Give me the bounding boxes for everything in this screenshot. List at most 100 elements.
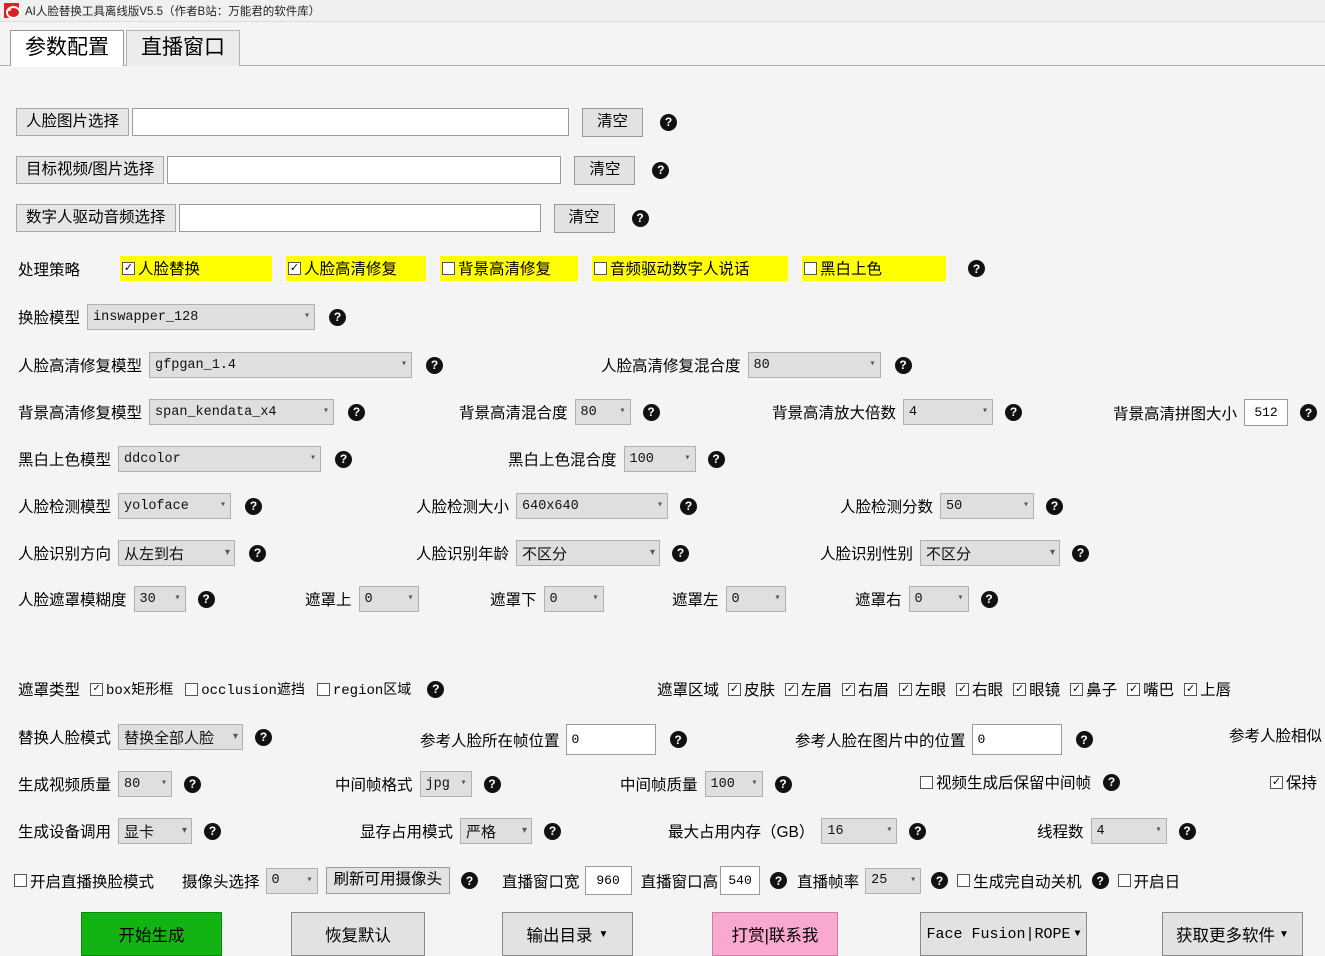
mask-type-checkbox-region[interactable]: region区域 xyxy=(316,679,411,699)
swap-model-select[interactable]: inswapper_128 ▾ xyxy=(87,304,316,330)
face-fusion-rope-button[interactable]: Face Fusion|ROPE ▼ xyxy=(920,912,1087,956)
help-icon-color-blend[interactable]: ? xyxy=(707,450,725,468)
enable-partial-checkbox[interactable]: 开启日 xyxy=(1117,870,1180,892)
live-fps-select[interactable]: 25 ▾ xyxy=(865,867,922,894)
live-mode-checkbox[interactable]: 开启直播换脸模式 xyxy=(14,870,154,892)
target-media-clear-button[interactable]: 清空 xyxy=(574,156,636,185)
help-icon-strategy[interactable]: ? xyxy=(968,260,986,277)
strategy-checkbox-face-swap[interactable]: ✓ 人脸替换 xyxy=(120,256,273,281)
help-icon-live-fps[interactable]: ? xyxy=(931,872,949,889)
help-icon-mask-blur[interactable]: ? xyxy=(197,590,215,608)
mask-region-checkbox-right-brow[interactable]: ✓ 右眉 xyxy=(842,678,889,700)
mask-region-checkbox-nose[interactable]: ✓ 鼻子 xyxy=(1070,678,1117,700)
restore-defaults-button[interactable]: 恢复默认 xyxy=(291,912,425,956)
bg-blend-select[interactable]: 80 ▾ xyxy=(574,399,631,425)
help-icon-camera[interactable]: ? xyxy=(461,872,479,889)
help-icon-recog-age[interactable]: ? xyxy=(672,544,690,562)
help-icon-bg-enhance-model[interactable]: ? xyxy=(348,403,366,421)
face-image-path-input[interactable] xyxy=(132,108,570,137)
ref-frame-pos-input[interactable]: 0 xyxy=(565,724,656,755)
help-icon-detect-size[interactable]: ? xyxy=(680,497,698,515)
recog-gender-select[interactable]: 不区分 ▾ xyxy=(920,540,1061,566)
mask-bottom-select[interactable]: 0 ▾ xyxy=(543,586,604,612)
mask-region-checkbox-right-eye[interactable]: ✓ 右眼 xyxy=(956,678,1003,700)
strategy-checkbox-colorize[interactable]: 黑白上色 xyxy=(802,256,947,281)
frame-format-select[interactable]: jpg ▾ xyxy=(419,771,472,797)
bg-tile-input[interactable]: 512 xyxy=(1244,399,1289,426)
get-more-software-button[interactable]: 获取更多软件 ▼ xyxy=(1162,912,1303,956)
frame-quality-select[interactable]: 100 ▾ xyxy=(704,771,763,797)
help-icon-recog-order[interactable]: ? xyxy=(249,544,267,562)
bg-enhance-model-select[interactable]: span_kendata_x4 ▾ xyxy=(149,399,335,425)
help-icon-live-size[interactable]: ? xyxy=(770,872,788,889)
mask-region-checkbox-glasses[interactable]: ✓ 眼镜 xyxy=(1013,678,1060,700)
mask-type-checkbox-occlusion[interactable]: occlusion遮挡 xyxy=(185,679,305,699)
refresh-camera-button[interactable]: 刷新可用摄像头 xyxy=(325,867,451,894)
color-model-select[interactable]: ddcolor ▾ xyxy=(118,446,322,472)
target-media-select-button[interactable]: 目标视频/图片选择 xyxy=(16,156,165,185)
mask-left-select[interactable]: 0 ▾ xyxy=(725,586,786,612)
help-icon-audio[interactable]: ? xyxy=(631,209,649,227)
help-icon-target-media[interactable]: ? xyxy=(652,161,670,179)
start-generate-button[interactable]: 开始生成 xyxy=(81,912,222,956)
detect-score-select[interactable]: 50 ▾ xyxy=(940,493,1035,519)
target-media-path-input[interactable] xyxy=(167,156,562,185)
live-width-input[interactable]: 960 xyxy=(584,866,632,895)
mask-region-checkbox-mouth[interactable]: ✓ 嘴巴 xyxy=(1127,678,1174,700)
help-icon-keep-frames[interactable]: ? xyxy=(1103,773,1121,791)
camera-select[interactable]: 0 ▾ xyxy=(265,867,318,894)
mask-blur-select[interactable]: 30 ▾ xyxy=(133,586,186,612)
color-blend-select[interactable]: 100 ▾ xyxy=(623,446,696,472)
tab-parameter-config[interactable]: 参数配置 xyxy=(10,29,124,68)
help-icon-detect-score[interactable]: ? xyxy=(1046,497,1064,515)
recog-order-select[interactable]: 从左到右 ▾ xyxy=(118,540,236,566)
help-icon-face-enhance-blend[interactable]: ? xyxy=(894,356,912,374)
strategy-checkbox-bg-enhance[interactable]: 背景高清修复 xyxy=(440,256,579,281)
help-icon-face-enhance-model[interactable]: ? xyxy=(426,356,444,374)
mask-region-checkbox-left-brow[interactable]: ✓ 左眉 xyxy=(785,678,832,700)
replace-mode-select[interactable]: 替换全部人脸 ▾ xyxy=(118,724,244,750)
help-icon-frame-format[interactable]: ? xyxy=(483,775,501,793)
max-memory-select[interactable]: 16 ▾ xyxy=(821,818,898,844)
keep-partial-checkbox[interactable]: ✓ 保持 xyxy=(1270,771,1317,793)
help-icon-mask-padding[interactable]: ? xyxy=(980,590,998,608)
donate-contact-button[interactable]: 打赏|联系我 xyxy=(712,912,838,956)
help-icon-bg-tile[interactable]: ? xyxy=(1300,404,1318,421)
face-image-clear-button[interactable]: 清空 xyxy=(582,108,644,137)
keep-frames-checkbox[interactable]: 视频生成后保留中间帧 xyxy=(920,771,1091,793)
help-icon-color-model[interactable]: ? xyxy=(335,450,353,468)
help-icon-video-quality[interactable]: ? xyxy=(184,775,202,793)
audio-select-button[interactable]: 数字人驱动音频选择 xyxy=(16,204,176,233)
mask-region-checkbox-upper-lip[interactable]: ✓ 上唇 xyxy=(1184,678,1231,700)
mask-type-checkbox-box[interactable]: ✓ box矩形框 xyxy=(90,679,173,699)
help-icon-ref-frame-pos[interactable]: ? xyxy=(669,731,687,748)
device-select[interactable]: 显卡 ▾ xyxy=(118,818,193,844)
bg-scale-select[interactable]: 4 ▾ xyxy=(903,399,994,425)
mask-right-select[interactable]: 0 ▾ xyxy=(908,586,969,612)
face-enhance-blend-select[interactable]: 80 ▾ xyxy=(747,352,881,378)
auto-shutdown-checkbox[interactable]: 生成完自动关机 xyxy=(957,870,1082,892)
detect-size-select[interactable]: 640x640 ▾ xyxy=(516,493,669,519)
help-icon-bg-blend[interactable]: ? xyxy=(642,403,660,421)
help-icon-frame-quality[interactable]: ? xyxy=(774,775,792,793)
help-icon-device[interactable]: ? xyxy=(204,822,222,840)
help-icon-replace-mode[interactable]: ? xyxy=(255,728,273,746)
help-icon-threads[interactable]: ? xyxy=(1178,822,1196,840)
threads-select[interactable]: 4 ▾ xyxy=(1090,818,1167,844)
help-icon-bg-scale[interactable]: ? xyxy=(1005,403,1023,421)
output-directory-button[interactable]: 输出目录 ▼ xyxy=(502,912,633,956)
strategy-checkbox-audio-driven[interactable]: 音频驱动数字人说话 xyxy=(592,256,789,281)
help-icon-swap-model[interactable]: ? xyxy=(329,308,347,326)
detect-model-select[interactable]: yoloface ▾ xyxy=(118,493,232,519)
mask-region-checkbox-skin[interactable]: ✓ 皮肤 xyxy=(728,678,775,700)
tab-live-window[interactable]: 直播窗口 xyxy=(126,29,240,66)
audio-path-input[interactable] xyxy=(178,204,541,233)
face-image-select-button[interactable]: 人脸图片选择 xyxy=(16,108,130,137)
help-icon-face-image[interactable]: ? xyxy=(660,113,678,131)
help-icon-mask-type[interactable]: ? xyxy=(427,680,445,698)
video-quality-select[interactable]: 80 ▾ xyxy=(118,771,173,797)
ref-img-pos-input[interactable]: 0 xyxy=(971,724,1062,755)
mask-region-checkbox-left-eye[interactable]: ✓ 左眼 xyxy=(899,678,946,700)
vram-mode-select[interactable]: 严格 ▾ xyxy=(460,818,533,844)
help-icon-auto-shutdown[interactable]: ? xyxy=(1091,872,1109,889)
